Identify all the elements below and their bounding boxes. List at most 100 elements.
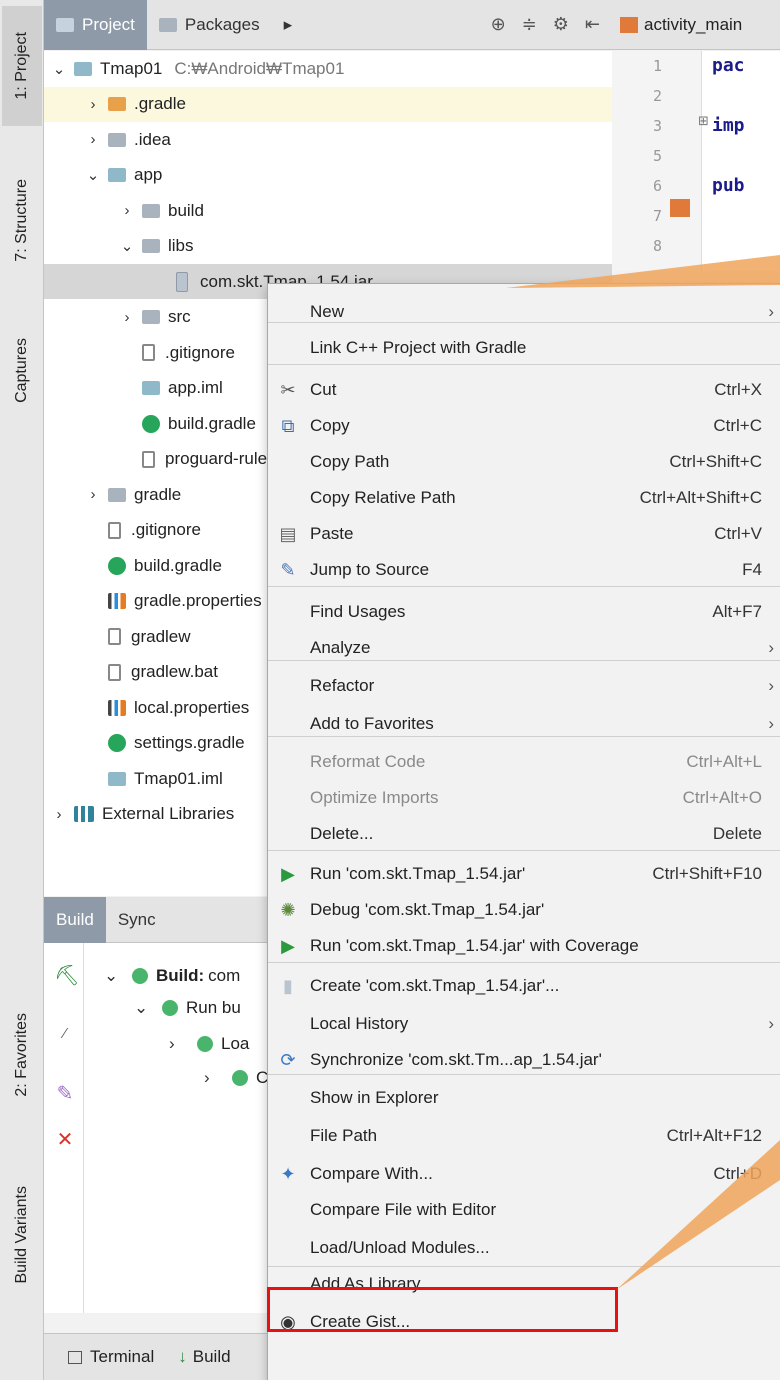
menu-item-optimize-imports: Optimize Imports Ctrl+Alt+O [268,780,780,816]
menu-item-label: Refactor [310,676,375,695]
tree-row[interactable]: › .idea [44,122,612,157]
menu-item-find-usages[interactable]: Find Usages Alt+F7 [268,594,780,630]
code-editor[interactable]: 1 2 3 5 6 7 8 pac imp pub ⊞ [612,51,780,271]
menu-item-analyze[interactable]: Analyze › [268,630,780,666]
menu-item-compare-file-with-editor[interactable]: Compare File with Editor [268,1192,780,1228]
menu-item-shortcut: Ctrl+D [713,1164,762,1183]
menu-item-debug-com-skt-tmap-1-54-jar[interactable]: ✺ Debug 'com.skt.Tmap_1.54.jar' [268,892,780,928]
menu-item-copy-relative-path[interactable]: Copy Relative Path Ctrl+Alt+Shift+C [268,480,780,516]
menu-item-compare-with[interactable]: ✦ Compare With... Ctrl+D [268,1156,780,1192]
menu-item-shortcut: Ctrl+Alt+Shift+C [639,488,762,507]
menu-item-link-c-project-with-gradle[interactable]: Link C++ Project with Gradle [268,330,780,366]
chevron-down-icon[interactable]: ⌄ [84,166,102,184]
tool-tab-build-variants[interactable]: Build Variants [2,1150,42,1320]
tree-item-label: gradlew.bat [131,662,218,681]
more-tabs-arrow-icon[interactable]: ▸ [272,0,305,50]
tree-row[interactable]: ⌄ libs [44,229,612,264]
menu-item-create-com-skt-tmap-1-54-jar[interactable]: ▮ Create 'com.skt.Tmap_1.54.jar'... [268,968,780,1004]
tab-packages[interactable]: Packages [147,0,272,50]
menu-item-add-to-favorites[interactable]: Add to Favorites › [268,706,780,742]
menu-item-file-path[interactable]: File Path Ctrl+Alt+F12 [268,1118,780,1154]
build-row-label: Run bu [186,998,241,1017]
tool-tab-structure[interactable]: 7: Structure [2,150,42,290]
menu-item-label: Show in Explorer [310,1088,439,1107]
fold-icon[interactable]: ⊞ [698,113,709,129]
tree-row[interactable]: ⌄ Tmap01 C:₩Android₩Tmap01 [44,51,612,86]
hide-panel-icon[interactable]: ⇤ [585,14,600,35]
menu-item-label: Synchronize 'com.skt.Tm...ap_1.54.jar' [310,1050,602,1069]
chevron-right-icon[interactable]: › [118,202,136,219]
menu-item-label: Local History [310,1014,409,1033]
close-icon[interactable]: ✕ [54,1129,76,1151]
menu-item-label: Link C++ Project with Gradle [310,338,527,357]
build-row[interactable]: › Loa [169,1029,249,1059]
menu-item-label: Analyze [310,638,371,657]
menu-item-load-unload-modules[interactable]: Load/Unload Modules... [268,1230,780,1266]
tab-packages-label: Packages [184,14,260,34]
menu-item-shortcut: Ctrl+X [714,380,762,399]
build-row[interactable]: ⌄ Run bu [134,993,241,1023]
build-row-label: com [208,966,241,985]
jump-to-source-icon: ✎ [280,559,296,580]
sync-icon: ⟳ [280,1049,296,1070]
editor-tab[interactable]: activity_main [612,0,780,50]
tool-tab-captures[interactable]: Captures [2,320,42,420]
menu-item-paste[interactable]: ▤ Paste Ctrl+V [268,516,780,552]
locate-icon[interactable]: ⊕ [491,14,506,35]
tool-tab-build-variants-label: Build Variants [13,1186,30,1284]
menu-item-delete[interactable]: Delete... Delete [268,816,780,852]
build-row-label: Loa [221,1034,250,1053]
tab-sync[interactable]: Sync [106,897,168,943]
build-row[interactable]: ⌄ Build: com [104,961,240,991]
menu-item-new[interactable]: New › [268,294,780,330]
tab-build-label: Build [56,909,94,929]
tab-build[interactable]: Build [44,896,106,943]
menu-item-jump-to-source[interactable]: ✎ Jump to Source F4 [268,552,780,588]
build-tab[interactable]: ↓ Build [166,1347,242,1367]
pin-icon[interactable]: ✎ [54,1083,76,1105]
menu-item-label: File Path [310,1126,378,1145]
chevron-right-icon[interactable]: › [118,309,136,326]
menu-item-shortcut: Ctrl+Shift+C [669,452,762,471]
build-hammer-icon[interactable]: ⛏ [54,965,79,987]
tool-tab-project-label: 1: Project [13,32,30,100]
left-tool-strip: 1: Project 7: Structure Captures 2: Favo… [0,0,44,1380]
chevron-right-icon[interactable]: › [84,96,102,113]
tool-tab-project[interactable]: 1: Project [2,6,42,126]
chevron-right-icon[interactable]: › [50,806,68,823]
chevron-right-icon[interactable]: › [84,486,102,503]
menu-item-cut[interactable]: ✂ Cut Ctrl+X [268,372,780,408]
code-line: imp [712,115,745,136]
folder-icon [142,381,160,395]
menu-item-copy-path[interactable]: Copy Path Ctrl+Shift+C [268,444,780,480]
menu-item-refactor[interactable]: Refactor › [268,668,780,704]
build-toolbar: ⛏ ⁄ ✎ ✕ [44,943,84,1313]
menu-item-local-history[interactable]: Local History › [268,1006,780,1042]
menu-item-run-com-skt-tmap-1-54-jar-with-coverage[interactable]: ▶ Run 'com.skt.Tmap_1.54.jar' with Covera… [268,928,780,964]
menu-item-copy[interactable]: ⧉ Copy Ctrl+C [268,408,780,444]
chevron-right-icon[interactable]: › [84,131,102,148]
chevron-down-icon[interactable]: ⌄ [118,237,136,255]
menu-item-run-com-skt-tmap-1-54-jar[interactable]: ▶ Run 'com.skt.Tmap_1.54.jar' Ctrl+Shift+F… [268,856,780,892]
tree-item-label: build.gradle [134,555,222,575]
menu-item-synchronize-com-skt-tm-ap-1-54-jar[interactable]: ⟳ Synchronize 'com.skt.Tm...ap_1.54.jar' [268,1042,780,1078]
toggle-view-icon[interactable]: ⁄ [54,1023,76,1045]
chevron-down-icon[interactable]: ⌄ [50,60,68,78]
code-line: pac [712,55,745,76]
tree-row[interactable]: ⌄ app [44,158,612,193]
tree-item-label: build.gradle [168,413,256,433]
settings-gear-icon[interactable]: ⚙ [553,14,569,35]
collapse-all-icon[interactable]: ≑ [522,14,537,35]
folder-icon [108,132,126,147]
tree-row[interactable]: › .gradle [44,86,612,122]
tree-row[interactable]: › build [44,193,612,228]
layout-marker-icon[interactable] [670,199,690,217]
folder-icon [108,487,126,502]
menu-item-label: New [310,302,345,321]
tool-tab-favorites[interactable]: 2: Favorites [2,990,42,1120]
menu-item-show-in-explorer[interactable]: Show in Explorer [268,1080,780,1116]
tab-project[interactable]: Project [44,0,147,50]
file-icon [108,521,121,539]
menu-item-shortcut: Ctrl+Alt+L [686,752,762,771]
terminal-tab[interactable]: Terminal [56,1347,166,1367]
